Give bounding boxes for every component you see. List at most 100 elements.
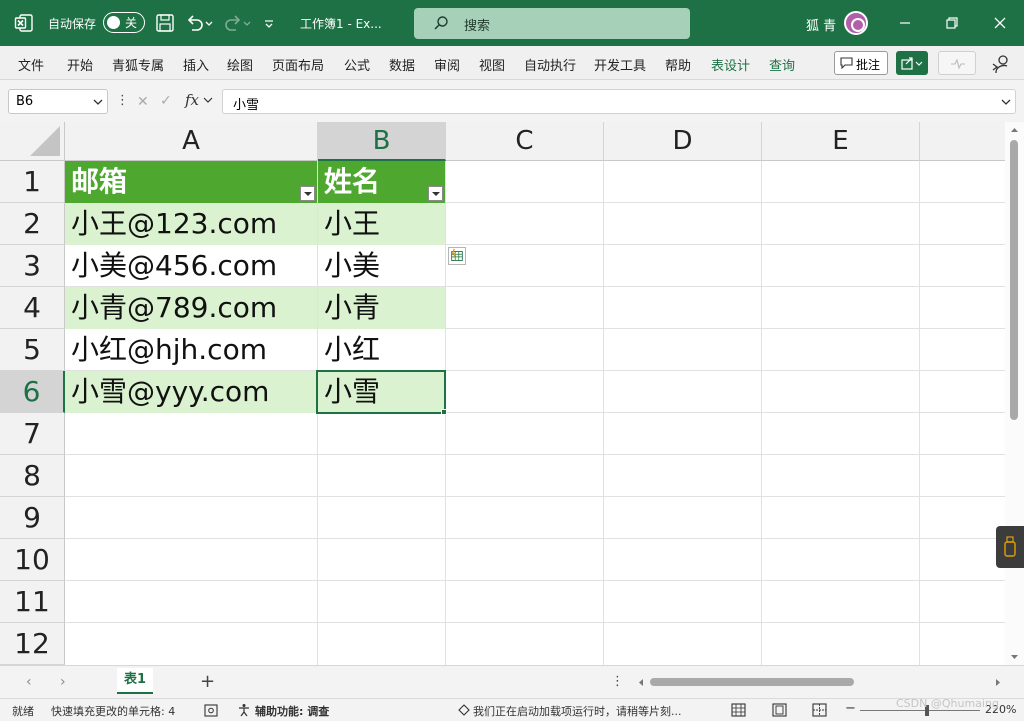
- filter-dropdown-icon[interactable]: [428, 186, 443, 201]
- save-icon[interactable]: [154, 12, 176, 34]
- select-all-button[interactable]: [0, 122, 65, 161]
- column-header-d[interactable]: D: [604, 122, 762, 161]
- row-header-6[interactable]: 6: [0, 371, 65, 413]
- fill-handle[interactable]: [441, 409, 447, 415]
- scroll-right-icon[interactable]: [994, 678, 1002, 687]
- tab-review[interactable]: 审阅: [434, 55, 460, 74]
- column-header-b[interactable]: B: [318, 122, 446, 161]
- sheet-tab[interactable]: 表1: [117, 668, 153, 694]
- accessibility-icon[interactable]: [237, 703, 251, 717]
- column-header-f[interactable]: [920, 122, 1005, 161]
- next-sheet-icon[interactable]: ›: [60, 674, 66, 690]
- comments-button[interactable]: 批注: [834, 51, 888, 75]
- close-icon[interactable]: [989, 12, 1011, 34]
- row-header-9[interactable]: 9: [0, 497, 65, 539]
- tab-view[interactable]: 视图: [479, 55, 505, 74]
- table-cell[interactable]: 小青: [318, 287, 445, 329]
- minimize-icon[interactable]: [894, 12, 916, 34]
- horizontal-scrollbar[interactable]: [634, 674, 1006, 690]
- excel-logo-icon: [14, 14, 33, 32]
- table-cell[interactable]: 小红@hjh.com: [65, 329, 317, 371]
- document-title[interactable]: 工作簿1 - Ex...: [300, 15, 382, 32]
- undo-icon[interactable]: [184, 12, 206, 34]
- share-button[interactable]: [896, 51, 928, 75]
- tab-formulas[interactable]: 公式: [344, 55, 370, 74]
- table-header-cell[interactable]: 邮箱: [65, 161, 317, 203]
- table-cell[interactable]: 小王@123.com: [65, 203, 317, 245]
- prev-sheet-icon[interactable]: ‹: [26, 674, 32, 690]
- table-cell[interactable]: 小青@789.com: [65, 287, 317, 329]
- table-cell[interactable]: 小雪@yyy.com: [65, 371, 317, 413]
- table-cell[interactable]: 小美@456.com: [65, 245, 317, 287]
- scroll-down-icon[interactable]: [1010, 653, 1019, 661]
- zoom-out-icon[interactable]: −: [845, 701, 856, 716]
- cancel-entry-icon[interactable]: ✕: [137, 94, 149, 110]
- tab-file[interactable]: 文件: [18, 55, 44, 74]
- row-header-11[interactable]: 11: [0, 581, 65, 623]
- row-header-2[interactable]: 2: [0, 203, 65, 245]
- normal-view-icon[interactable]: [731, 703, 746, 717]
- column-header-e[interactable]: E: [762, 122, 920, 161]
- flash-fill-info: 快速填充更改的单元格: 4: [51, 705, 176, 718]
- tab-query[interactable]: 查询: [769, 55, 795, 74]
- more-options-icon[interactable]: ⋮: [611, 674, 624, 689]
- horizontal-scroll-thumb[interactable]: [650, 678, 854, 686]
- column-header-c[interactable]: C: [446, 122, 604, 161]
- macro-record-icon[interactable]: [204, 704, 218, 717]
- row-header-12[interactable]: 12: [0, 623, 65, 665]
- tab-draw[interactable]: 绘图: [227, 55, 253, 74]
- side-panel-widget[interactable]: [996, 526, 1024, 568]
- vertical-scroll-thumb[interactable]: [1010, 140, 1018, 420]
- copilot-icon[interactable]: [990, 54, 1012, 74]
- row-header-10[interactable]: 10: [0, 539, 65, 581]
- table-cell[interactable]: 小王: [318, 203, 445, 245]
- row-header-7[interactable]: 7: [0, 413, 65, 455]
- formula-input[interactable]: 小雪: [222, 89, 1016, 114]
- tab-insert[interactable]: 插入: [183, 55, 209, 74]
- insert-function-button[interactable]: fx: [185, 91, 199, 109]
- function-dropdown-icon[interactable]: [203, 96, 213, 104]
- activity-button[interactable]: [938, 51, 976, 75]
- table-cell[interactable]: 小红: [318, 329, 445, 371]
- tab-custom[interactable]: 青狐专属: [112, 55, 164, 74]
- filter-dropdown-icon[interactable]: [300, 186, 315, 201]
- tab-data[interactable]: 数据: [389, 55, 415, 74]
- autosave-toggle[interactable]: 关: [103, 12, 145, 33]
- user-avatar[interactable]: [844, 11, 868, 35]
- tab-automate[interactable]: 自动执行: [524, 55, 576, 74]
- tab-page-layout[interactable]: 页面布局: [272, 55, 324, 74]
- tab-table-design[interactable]: 表设计: [711, 55, 750, 74]
- scroll-left-icon[interactable]: [637, 678, 645, 687]
- page-layout-view-icon[interactable]: [772, 703, 787, 717]
- row-header-8[interactable]: 8: [0, 455, 65, 497]
- row-header-5[interactable]: 5: [0, 329, 65, 371]
- zoom-slider[interactable]: [860, 710, 980, 711]
- tab-help[interactable]: 帮助: [665, 55, 691, 74]
- tab-developer[interactable]: 开发工具: [594, 55, 646, 74]
- redo-icon[interactable]: [222, 12, 244, 34]
- user-name[interactable]: 狐 青: [806, 15, 836, 34]
- row-header-4[interactable]: 4: [0, 287, 65, 329]
- table-header-cell[interactable]: 姓名: [318, 161, 445, 203]
- autosave-label: 自动保存: [48, 17, 97, 31]
- tab-home[interactable]: 开始: [67, 55, 93, 74]
- row-header-3[interactable]: 3: [0, 245, 65, 287]
- table-cell[interactable]: 小美: [318, 245, 445, 287]
- undo-dropdown-icon[interactable]: [204, 12, 214, 34]
- more-options-icon[interactable]: ⋮: [116, 93, 129, 108]
- page-break-view-icon[interactable]: [812, 703, 827, 717]
- row-header-1[interactable]: 1: [0, 161, 65, 203]
- scroll-up-icon[interactable]: [1010, 126, 1019, 134]
- accessibility-status[interactable]: 辅助功能: 调查: [255, 703, 329, 719]
- redo-dropdown-icon[interactable]: [242, 12, 252, 34]
- flash-fill-options-icon[interactable]: [448, 247, 466, 265]
- vertical-scrollbar[interactable]: [1005, 122, 1024, 665]
- customize-toolbar-icon[interactable]: [262, 12, 276, 34]
- add-sheet-button[interactable]: +: [200, 671, 215, 692]
- column-header-a[interactable]: A: [65, 122, 318, 161]
- restore-icon[interactable]: [941, 12, 963, 34]
- search-box[interactable]: 搜索: [414, 8, 690, 39]
- confirm-entry-icon[interactable]: ✓: [160, 93, 172, 109]
- expand-formula-icon[interactable]: [1001, 97, 1011, 107]
- name-box[interactable]: B6: [8, 89, 108, 114]
